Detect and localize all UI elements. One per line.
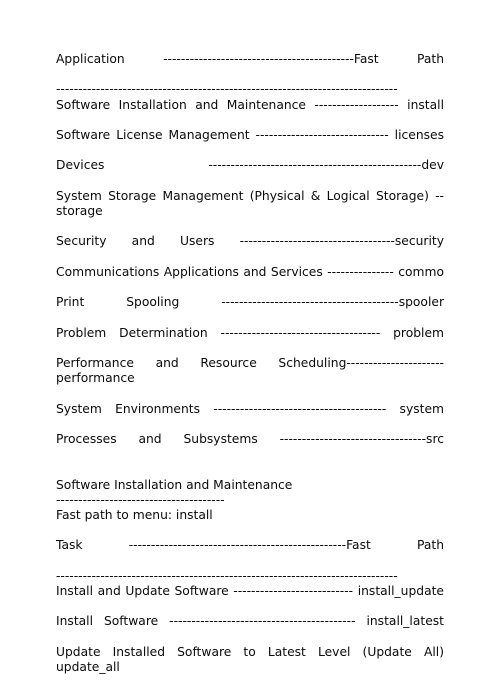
row-system: System Environments --------------------… bbox=[56, 401, 444, 416]
app-header-row: Application ----------------------------… bbox=[56, 52, 444, 66]
row-storage: System Storage Management (Physical & Lo… bbox=[56, 188, 444, 219]
row-src: Processes and Subsystems ---------------… bbox=[56, 432, 444, 447]
app-header-rule: ----------------------------------------… bbox=[56, 82, 398, 97]
row-licenses: Software License Management ------------… bbox=[56, 128, 444, 143]
row-commo: Communications Applications and Services… bbox=[56, 264, 444, 279]
section-title: Software Installation and Maintenance bbox=[56, 477, 293, 492]
section-fastpath: Fast path to menu: install bbox=[56, 508, 213, 523]
row-install-update: Install and Update Software ------------… bbox=[56, 584, 444, 599]
row-install: Software Installation and Maintenance --… bbox=[56, 97, 444, 112]
row-dev: Devices --------------------------------… bbox=[56, 158, 444, 173]
row-performance: Performance and Resource Scheduling-----… bbox=[56, 356, 444, 386]
task-header-rule: ----------------------------------------… bbox=[56, 568, 398, 583]
document-page: Application ----------------------------… bbox=[56, 52, 444, 691]
task-header-row: Task -----------------------------------… bbox=[56, 538, 444, 553]
smit-fast-path-text: Application ----------------------------… bbox=[56, 52, 444, 691]
row-problem: Problem Determination ------------------… bbox=[56, 325, 444, 340]
row-install-latest: Install Software -----------------------… bbox=[56, 614, 444, 629]
row-spooler: Print Spooling -------------------------… bbox=[56, 295, 444, 310]
section-underline: -------------------------------------- bbox=[56, 492, 225, 507]
row-update-all: Update Installed Software to Latest Leve… bbox=[56, 644, 444, 675]
row-security: Security and Users ---------------------… bbox=[56, 234, 444, 249]
